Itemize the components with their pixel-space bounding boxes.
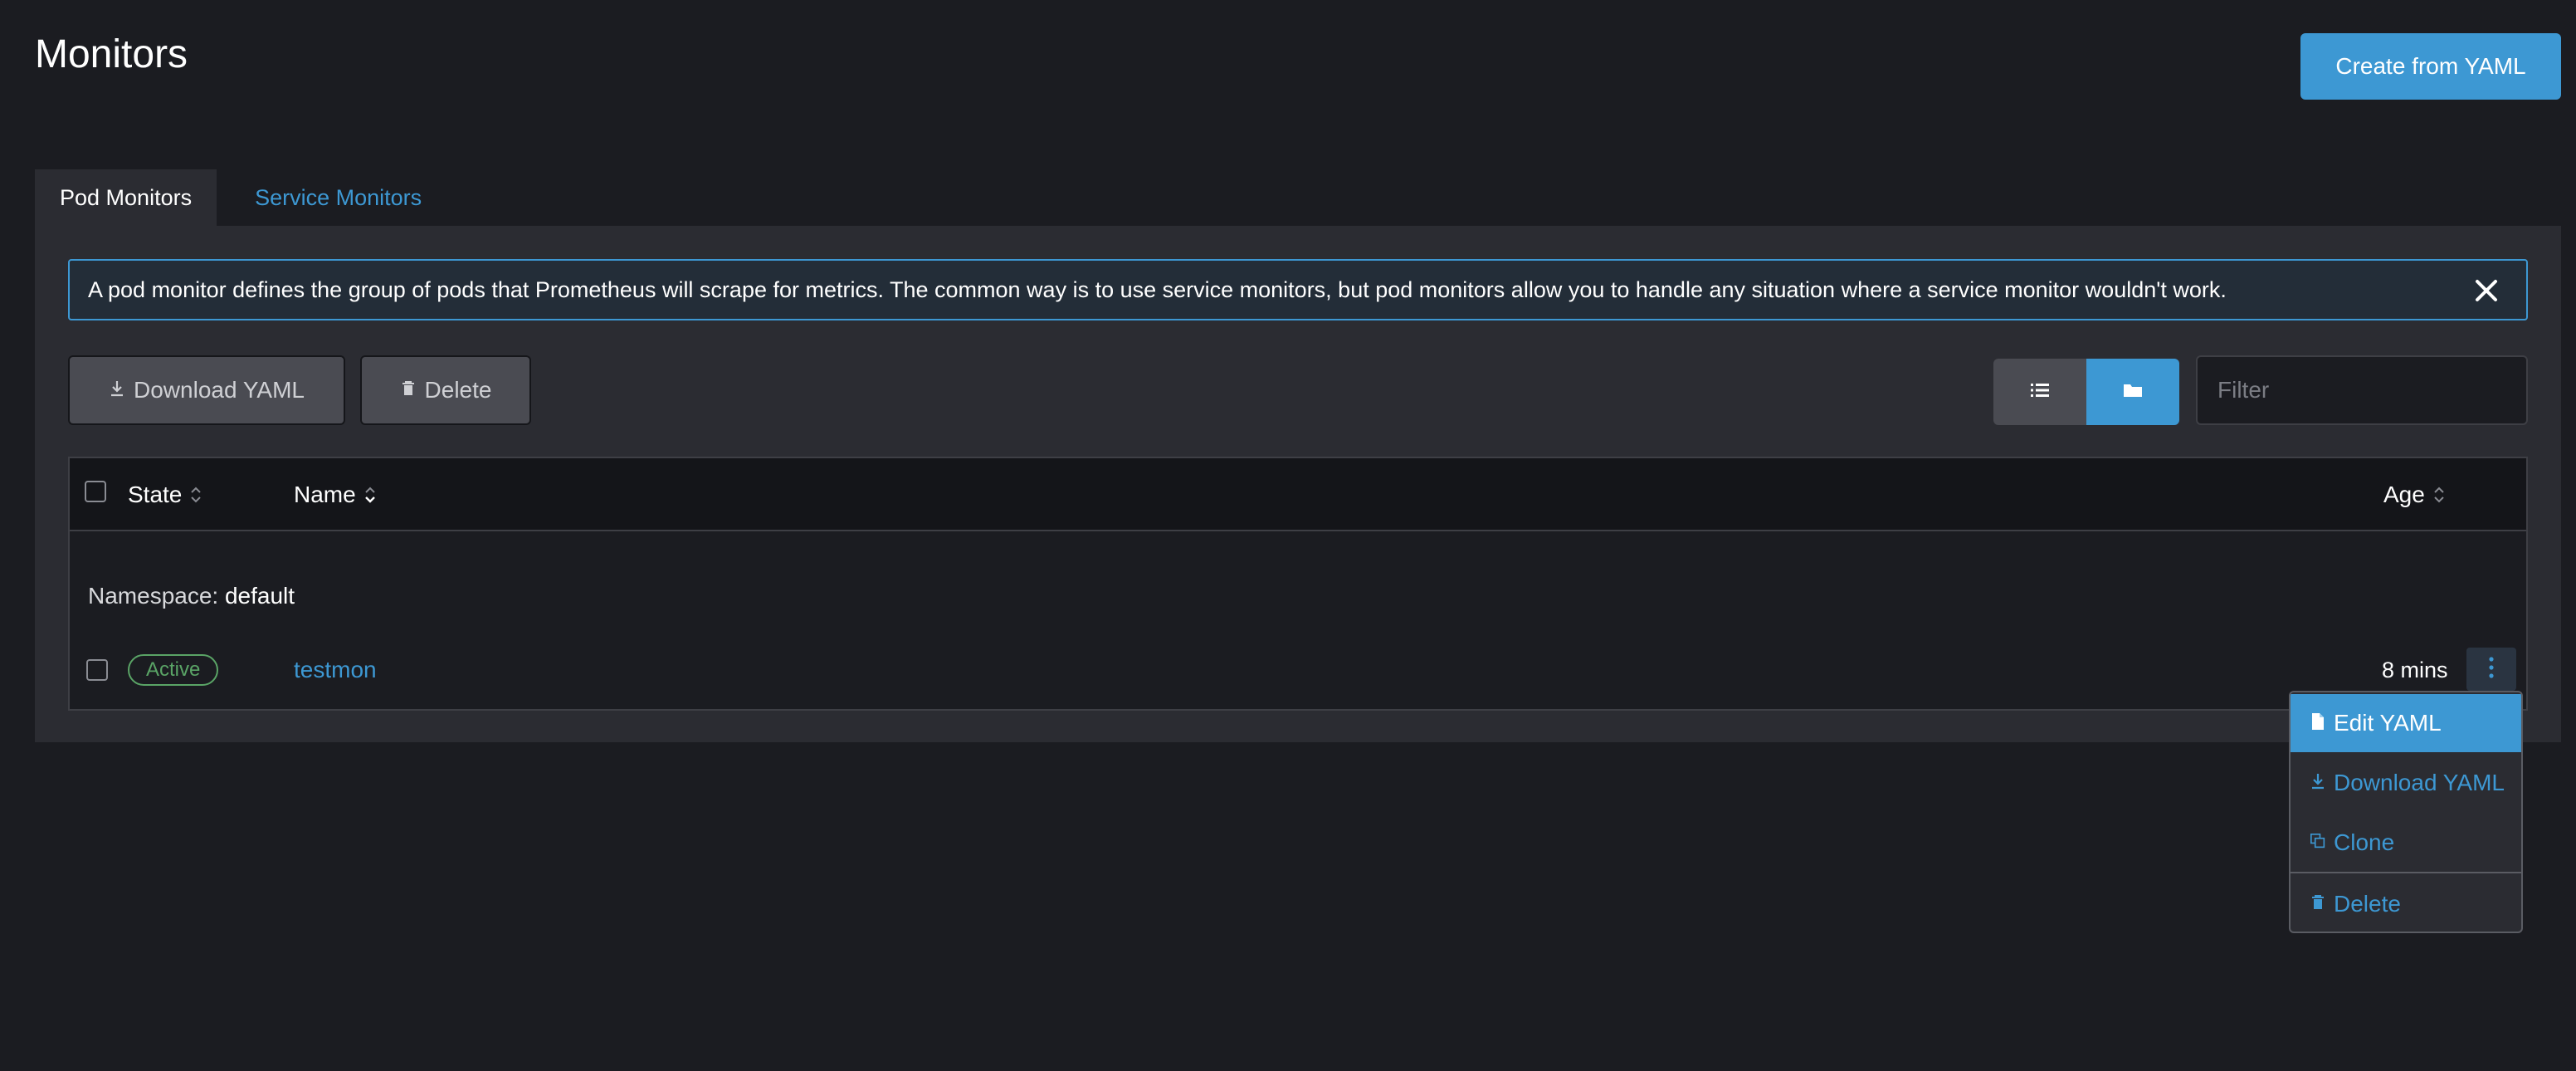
column-header-age[interactable]: Age <box>2383 458 2445 531</box>
monitors-table: State Name Age Namespace: default Active… <box>68 457 2528 711</box>
menu-item-download-yaml[interactable]: Download YAML <box>2291 754 2521 812</box>
create-from-yaml-button[interactable]: Create from YAML <box>2300 33 2561 100</box>
close-icon[interactable] <box>2471 276 2501 306</box>
menu-item-delete[interactable]: Delete <box>2291 875 2521 932</box>
table-header: State Name Age <box>70 458 2526 531</box>
menu-item-label: Edit YAML <box>2334 710 2442 736</box>
copy-icon <box>2310 829 2325 856</box>
info-banner-text: A pod monitor defines the group of pods … <box>88 276 2227 302</box>
sort-icon <box>191 487 202 503</box>
column-label-state: State <box>128 482 183 507</box>
menu-divider <box>2291 872 2521 873</box>
row-checkbox[interactable] <box>86 659 108 681</box>
menu-item-edit-yaml[interactable]: Edit YAML <box>2291 694 2521 752</box>
tab-pod-monitors[interactable]: Pod Monitors <box>35 169 217 226</box>
row-actions-button[interactable] <box>2466 648 2516 691</box>
tab-panel: A pod monitor defines the group of pods … <box>35 226 2561 742</box>
row-action-menu: Edit YAML Download YAML Clone Delete <box>2289 691 2523 933</box>
menu-item-label: Clone <box>2334 829 2395 855</box>
trash-icon <box>2310 891 2325 917</box>
sort-icon <box>364 487 375 503</box>
view-toggle <box>1993 359 2179 425</box>
group-value: default <box>224 583 295 609</box>
download-yaml-label: Download YAML <box>134 377 305 403</box>
group-view-button[interactable] <box>2086 359 2179 425</box>
group-row-namespace: Namespace: default <box>88 583 295 609</box>
row-age: 8 mins <box>2382 657 2448 682</box>
delete-button[interactable]: Delete <box>360 355 531 425</box>
group-label: Namespace: <box>88 583 219 609</box>
folder-icon <box>2123 382 2143 403</box>
menu-item-label: Download YAML <box>2334 770 2505 795</box>
status-badge: Active <box>128 654 219 686</box>
list-view-button[interactable] <box>1993 359 2086 425</box>
file-icon <box>2310 710 2325 736</box>
monitors-page: Monitors Create from YAML Pod Monitors S… <box>0 0 2576 1071</box>
filter-input[interactable] <box>2196 355 2528 425</box>
column-label-age: Age <box>2383 482 2425 507</box>
column-header-state[interactable]: State <box>128 458 202 531</box>
info-banner: A pod monitor defines the group of pods … <box>68 259 2528 320</box>
menu-item-label: Delete <box>2334 891 2401 917</box>
column-header-name[interactable]: Name <box>294 458 376 531</box>
trash-icon <box>400 377 417 403</box>
column-label-name: Name <box>294 482 356 507</box>
download-yaml-button[interactable]: Download YAML <box>68 355 345 425</box>
select-all-checkbox[interactable] <box>85 481 106 502</box>
menu-item-clone[interactable]: Clone <box>2291 814 2521 872</box>
list-icon <box>2031 383 2049 402</box>
delete-label: Delete <box>424 377 492 403</box>
tab-service-monitors[interactable]: Service Monitors <box>217 169 446 226</box>
download-icon <box>2310 770 2325 796</box>
monitor-tabs: Pod Monitors Service Monitors <box>35 169 446 226</box>
page-title: Monitors <box>35 32 188 76</box>
download-icon <box>109 377 125 403</box>
sort-icon <box>2434 487 2444 503</box>
row-name-link[interactable]: testmon <box>294 654 377 686</box>
kebab-menu-icon <box>2488 656 2495 683</box>
